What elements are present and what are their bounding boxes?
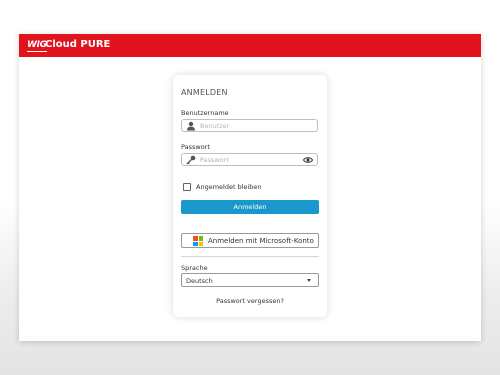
username-placeholder: Benutzer [200,122,230,130]
password-placeholder: Passwort [200,156,229,164]
remember-me-checkbox[interactable] [183,183,191,191]
forgot-password-link[interactable]: Passwort vergessen? [173,297,327,305]
microsoft-login-label: Anmelden mit Microsoft-Konto [208,236,314,245]
header-bar: WIG Cloud PURE [19,34,481,57]
password-label: Passwort [181,143,210,151]
eye-icon[interactable] [303,156,313,164]
divider [181,256,319,257]
remember-me-label[interactable]: Angemeldet bleiben [196,183,262,191]
login-button[interactable]: Anmelden [181,200,319,214]
username-label: Benutzername [181,109,229,117]
page-title: ANMELDEN [181,88,228,97]
login-card: ANMELDEN Benutzername Benutzer Passwort … [173,75,327,317]
microsoft-login-button[interactable]: Anmelden mit Microsoft-Konto [181,233,319,248]
password-field[interactable]: Passwort [181,153,318,166]
chevron-down-icon [307,279,311,282]
key-icon [186,155,196,165]
brand-name: Cloud PURE [45,39,111,50]
language-value: Deutsch [186,276,213,285]
microsoft-logo-icon [193,236,203,246]
brand-logo: WIG [27,40,47,52]
language-select[interactable]: Deutsch [181,273,319,287]
language-label: Sprache [181,264,208,272]
username-field[interactable]: Benutzer [181,119,318,132]
user-icon [187,121,195,131]
